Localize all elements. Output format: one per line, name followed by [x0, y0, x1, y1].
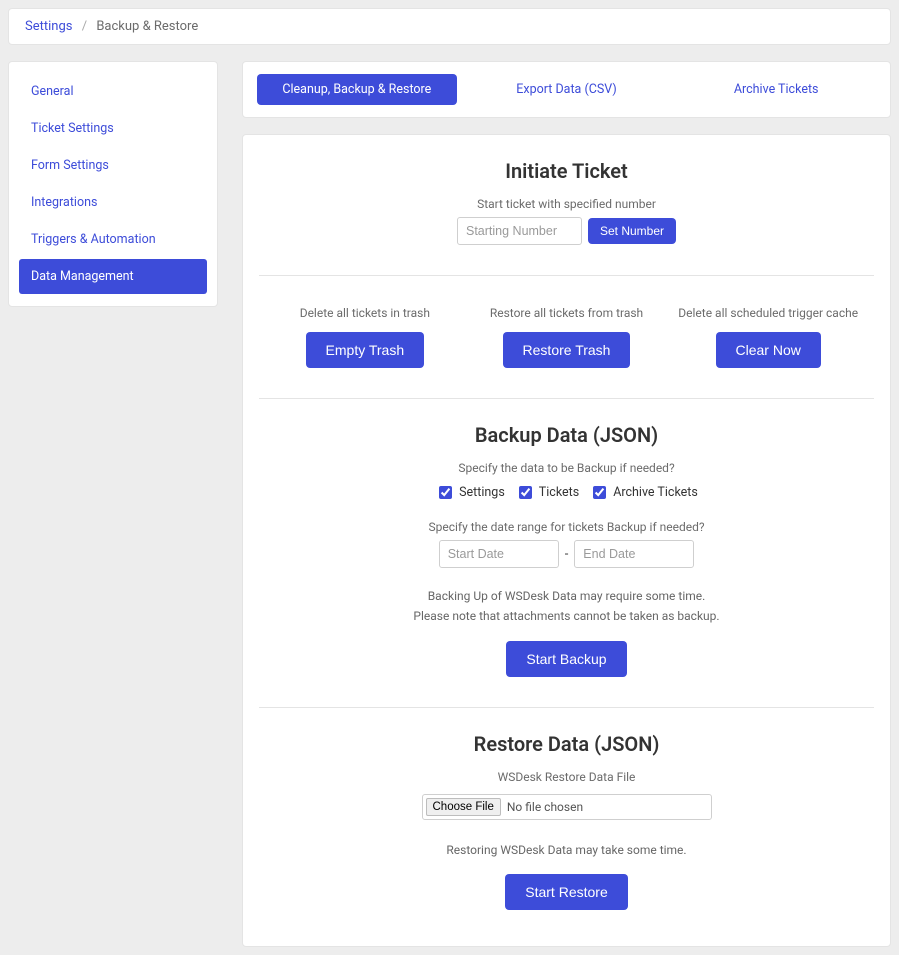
backup-title: Backup Data (JSON) — [259, 423, 874, 447]
sidebar-item-form[interactable]: Form Settings — [19, 148, 207, 183]
section-initiate-ticket: Initiate Ticket Start ticket with specif… — [259, 159, 874, 276]
breadcrumb-root[interactable]: Settings — [25, 19, 72, 34]
set-number-button[interactable]: Set Number — [588, 218, 676, 244]
restore-subtitle: WSDesk Restore Data File — [259, 770, 874, 784]
breadcrumb: Settings / Backup & Restore — [8, 8, 891, 45]
clear-cache-desc: Delete all scheduled trigger cache — [672, 306, 864, 320]
settings-sidebar: General Ticket Settings Form Settings In… — [8, 61, 218, 307]
sidebar-item-data-management[interactable]: Data Management — [19, 259, 207, 294]
restore-trash-desc: Restore all tickets from trash — [471, 306, 663, 320]
chosen-file-label: No file chosen — [507, 800, 583, 814]
start-date-input[interactable] — [439, 540, 559, 568]
sidebar-item-ticket[interactable]: Ticket Settings — [19, 111, 207, 146]
main-panel: Initiate Ticket Start ticket with specif… — [242, 134, 891, 947]
section-restore: Restore Data (JSON) WSDesk Restore Data … — [259, 708, 874, 920]
checkbox-tickets-wrap[interactable]: Tickets — [515, 483, 579, 502]
sidebar-item-triggers[interactable]: Triggers & Automation — [19, 222, 207, 257]
checkbox-settings-label: Settings — [459, 485, 505, 500]
restore-title: Restore Data (JSON) — [259, 732, 874, 756]
restore-note: Restoring WSDesk Data may take some time… — [259, 840, 874, 860]
section-backup: Backup Data (JSON) Specify the data to b… — [259, 399, 874, 708]
restore-trash-button[interactable]: Restore Trash — [503, 332, 631, 368]
backup-question-1: Specify the data to be Backup if needed? — [259, 461, 874, 475]
initiate-subtitle: Start ticket with specified number — [259, 197, 874, 211]
checkbox-settings-wrap[interactable]: Settings — [435, 483, 505, 502]
restore-file-input[interactable]: Choose File No file chosen — [422, 794, 712, 820]
tab-archive-tickets[interactable]: Archive Tickets — [676, 74, 876, 105]
breadcrumb-current: Backup & Restore — [96, 19, 198, 34]
checkbox-tickets-label: Tickets — [539, 485, 579, 500]
backup-question-2: Specify the date range for tickets Backu… — [259, 520, 874, 534]
checkbox-archive[interactable] — [593, 486, 606, 499]
tab-export-csv[interactable]: Export Data (CSV) — [467, 74, 667, 105]
tab-bar: Cleanup, Backup & Restore Export Data (C… — [242, 61, 891, 118]
start-backup-button[interactable]: Start Backup — [506, 641, 626, 677]
section-cleanup: Delete all tickets in trash Empty Trash … — [259, 276, 874, 399]
initiate-title: Initiate Ticket — [259, 159, 874, 183]
sidebar-item-general[interactable]: General — [19, 74, 207, 109]
tab-cleanup-backup-restore[interactable]: Cleanup, Backup & Restore — [257, 74, 457, 105]
breadcrumb-separator: / — [82, 19, 87, 34]
date-range-separator: - — [565, 547, 569, 562]
clear-now-button[interactable]: Clear Now — [716, 332, 821, 368]
sidebar-item-integrations[interactable]: Integrations — [19, 185, 207, 220]
choose-file-button[interactable]: Choose File — [426, 798, 501, 816]
starting-number-input[interactable] — [457, 217, 582, 245]
backup-note-2: Please note that attachments cannot be t… — [259, 606, 874, 626]
start-restore-button[interactable]: Start Restore — [505, 874, 627, 910]
checkbox-tickets[interactable] — [519, 486, 532, 499]
checkbox-archive-wrap[interactable]: Archive Tickets — [589, 483, 698, 502]
empty-trash-desc: Delete all tickets in trash — [269, 306, 461, 320]
end-date-input[interactable] — [574, 540, 694, 568]
empty-trash-button[interactable]: Empty Trash — [306, 332, 425, 368]
backup-note-1: Backing Up of WSDesk Data may require so… — [259, 586, 874, 606]
checkbox-settings[interactable] — [439, 486, 452, 499]
checkbox-archive-label: Archive Tickets — [613, 485, 698, 500]
